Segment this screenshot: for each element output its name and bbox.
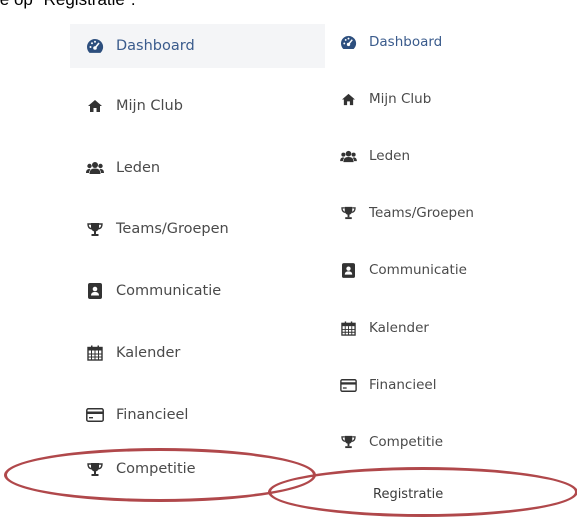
credit-card-icon xyxy=(86,406,104,424)
sidebar-item-label: Leden xyxy=(116,160,161,176)
dashboard-icon xyxy=(339,33,357,51)
calendar-icon xyxy=(86,344,104,362)
sidebar-item-label: Kalender xyxy=(369,320,429,336)
sidebar-item-label: Communicatie xyxy=(116,283,222,299)
sidebar-item-communicatie[interactable]: Communicatie xyxy=(70,269,325,313)
sidebar-item-dashboard[interactable]: Dashboard xyxy=(325,20,577,64)
sidebar-menu-expanded: Dashboard Mijn Club Leden Teams/Groepen … xyxy=(325,10,577,511)
submenu-item-registratie[interactable]: Registratie xyxy=(373,487,443,502)
sidebar-item-label: Kalender xyxy=(116,345,181,361)
sidebar-menu-collapsed: Dashboard Mijn Club Leden Teams/Groepen … xyxy=(70,10,325,511)
trophy-icon xyxy=(339,433,357,451)
sidebar-item-label: Teams/Groepen xyxy=(116,221,229,237)
sidebar-item-label: Financieel xyxy=(369,377,437,393)
sidebar-item-label: Mijn Club xyxy=(369,91,432,107)
users-icon xyxy=(339,147,357,165)
sidebar-item-dashboard[interactable]: Dashboard xyxy=(70,24,325,68)
sidebar-item-label: Competitie xyxy=(116,461,196,477)
trophy-icon xyxy=(86,460,104,478)
sidebar-item-mijn-club[interactable]: Mijn Club xyxy=(325,77,577,121)
sidebar-item-teams-groepen[interactable]: Teams/Groepen xyxy=(70,207,325,251)
instruction-caption: je op "Registratie". xyxy=(0,0,136,10)
sidebar-item-financieel[interactable]: Financieel xyxy=(70,393,325,437)
sidebar-item-mijn-club[interactable]: Mijn Club xyxy=(70,84,325,128)
sidebar-item-label: Financieel xyxy=(116,407,189,423)
sidebar-item-leden[interactable]: Leden xyxy=(70,146,325,190)
credit-card-icon xyxy=(339,376,357,394)
dashboard-icon xyxy=(86,37,104,55)
home-icon xyxy=(339,90,357,108)
sidebar-item-label: Dashboard xyxy=(116,38,195,54)
sidebar-item-label: Dashboard xyxy=(369,34,443,50)
sidebar-item-financieel[interactable]: Financieel xyxy=(325,363,577,407)
sidebar-item-label: Leden xyxy=(369,148,411,164)
sidebar-item-label: Mijn Club xyxy=(116,98,183,114)
sidebar-item-competitie[interactable]: Competitie xyxy=(70,447,325,491)
home-icon xyxy=(86,97,104,115)
contact-card-icon xyxy=(339,261,357,279)
sidebar-item-label: Teams/Groepen xyxy=(369,205,474,221)
trophy-icon xyxy=(339,204,357,222)
sidebar-item-competitie[interactable]: Competitie xyxy=(325,420,577,464)
sidebar-item-kalender[interactable]: Kalender xyxy=(70,331,325,375)
sidebar-item-kalender[interactable]: Kalender xyxy=(325,306,577,350)
sidebar-item-label: Competitie xyxy=(369,434,444,450)
sidebar-item-communicatie[interactable]: Communicatie xyxy=(325,248,577,292)
sidebar-item-leden[interactable]: Leden xyxy=(325,134,577,178)
contact-card-icon xyxy=(86,282,104,300)
sidebar-item-label: Communicatie xyxy=(369,262,467,278)
trophy-icon xyxy=(86,220,104,238)
sidebar-item-teams-groepen[interactable]: Teams/Groepen xyxy=(325,191,577,235)
calendar-icon xyxy=(339,319,357,337)
users-icon xyxy=(86,159,104,177)
